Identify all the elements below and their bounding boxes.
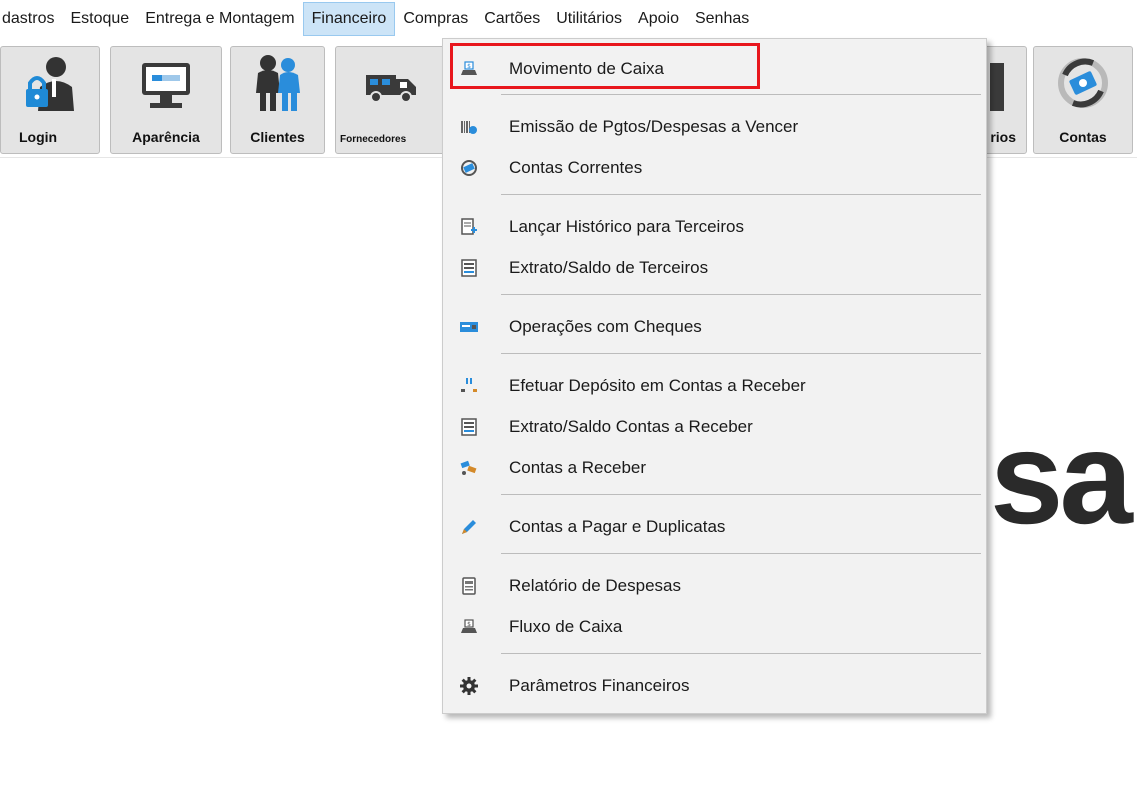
menu-label-efetuar-deposito: Efetuar Depósito em Contas a Receber (509, 376, 806, 395)
menu-separator (501, 553, 981, 554)
menu-entrega-montagem[interactable]: Entrega e Montagem (137, 2, 302, 36)
monitor-icon (142, 63, 190, 108)
menu-separator (501, 94, 981, 95)
menu-item-operacoes-cheques[interactable]: Operações com Cheques (447, 307, 982, 347)
deposit-icon (461, 378, 477, 392)
menu-item-emissao-pgtos[interactable]: Emissão de Pgtos/Despesas a Vencer (447, 107, 982, 147)
customers-icon (255, 55, 300, 111)
report-icon (462, 577, 476, 595)
menu-item-contas-receber[interactable]: Contas a Receber (447, 448, 982, 488)
document-add-icon (461, 218, 477, 235)
menu-label-operacoes-cheques: Operações com Cheques (509, 317, 702, 336)
menu-separator (501, 353, 981, 354)
menu-estoque[interactable]: Estoque (62, 2, 137, 36)
menu-label-parametros: Parâmetros Financeiros (509, 676, 690, 695)
menu-item-lancar-historico[interactable]: Lançar Histórico para Terceiros (447, 207, 982, 247)
menu-label-contas-correntes: Contas Correntes (509, 158, 643, 177)
menu-label-fluxo-caixa: Fluxo de Caixa (509, 617, 623, 636)
aparencia-button[interactable]: Aparência (110, 46, 222, 154)
menu-separator (501, 294, 981, 295)
relatorios-label: rios (990, 129, 1016, 145)
menu-separator (501, 194, 981, 195)
menu-label-contas-receber: Contas a Receber (509, 458, 647, 477)
menu-label-contas-pagar: Contas a Pagar e Duplicatas (509, 517, 726, 536)
menu-cadastros[interactable]: dastros (0, 2, 62, 36)
contas-button[interactable]: Contas (1033, 46, 1133, 154)
menu-item-efetuar-deposito[interactable]: Efetuar Depósito em Contas a Receber (447, 366, 982, 406)
menu-item-extrato-receber[interactable]: Extrato/Saldo Contas a Receber (447, 407, 982, 447)
menu-compras[interactable]: Compras (395, 2, 476, 36)
menu-cartoes[interactable]: Cartões (476, 2, 548, 36)
barcode-icon (461, 121, 477, 134)
contas-label: Contas (1059, 129, 1107, 145)
menu-label-emissao-pgtos: Emissão de Pgtos/Despesas a Vencer (509, 117, 799, 136)
menu-item-contas-pagar[interactable]: Contas a Pagar e Duplicatas (447, 507, 982, 547)
financeiro-dropdown-menu: $ Movimento de Caixa Emissão de Pgtos/De… (442, 38, 987, 714)
highlight-annotation (450, 43, 760, 89)
menu-label-relatorio-despesas: Relatório de Despesas (509, 576, 681, 595)
statement-icon (461, 418, 477, 436)
svg-text:$: $ (467, 621, 471, 628)
pen-icon (462, 520, 476, 534)
money-cycle-icon (1058, 58, 1108, 108)
statement-icon (461, 259, 477, 277)
menu-senhas[interactable]: Senhas (687, 2, 757, 36)
aparencia-label: Aparência (132, 129, 200, 145)
menu-separator (501, 494, 981, 495)
menu-item-extrato-terceiros[interactable]: Extrato/Saldo de Terceiros (447, 248, 982, 288)
menu-bar: dastros Estoque Entrega e Montagem Finan… (0, 0, 1137, 38)
truck-icon (366, 75, 416, 103)
menu-apoio[interactable]: Apoio (630, 2, 687, 36)
login-button[interactable]: Login (0, 46, 100, 154)
menu-financeiro[interactable]: Financeiro (302, 2, 396, 36)
clientes-label: Clientes (250, 129, 305, 145)
cheque-icon (460, 322, 478, 332)
fornecedores-button[interactable]: Fornecedores (335, 46, 445, 154)
menu-item-contas-correntes[interactable]: Contas Correntes (447, 148, 982, 188)
menu-label-extrato-receber: Extrato/Saldo Contas a Receber (509, 417, 753, 436)
menu-separator (501, 653, 981, 654)
menu-item-fluxo-caixa[interactable]: $ Fluxo de Caixa (447, 607, 982, 647)
user-lock-icon (26, 57, 74, 111)
menu-item-relatorio-despesas[interactable]: Relatório de Despesas (447, 566, 982, 606)
login-label: Login (19, 129, 58, 145)
background-logo-text: sa (990, 404, 1133, 551)
gear-icon (460, 677, 478, 695)
menu-utilitarios[interactable]: Utilitários (548, 2, 630, 36)
menu-label-lancar-historico: Lançar Histórico para Terceiros (509, 217, 744, 236)
menu-label-extrato-terceiros: Extrato/Saldo de Terceiros (509, 258, 709, 277)
menu-item-parametros[interactable]: Parâmetros Financeiros (447, 666, 982, 706)
money-cycle-icon (461, 160, 477, 176)
fornecedores-label: Fornecedores (340, 134, 407, 145)
receivables-icon (460, 460, 477, 475)
cash-register-icon: $ (461, 619, 477, 633)
clientes-button[interactable]: Clientes (230, 46, 325, 154)
